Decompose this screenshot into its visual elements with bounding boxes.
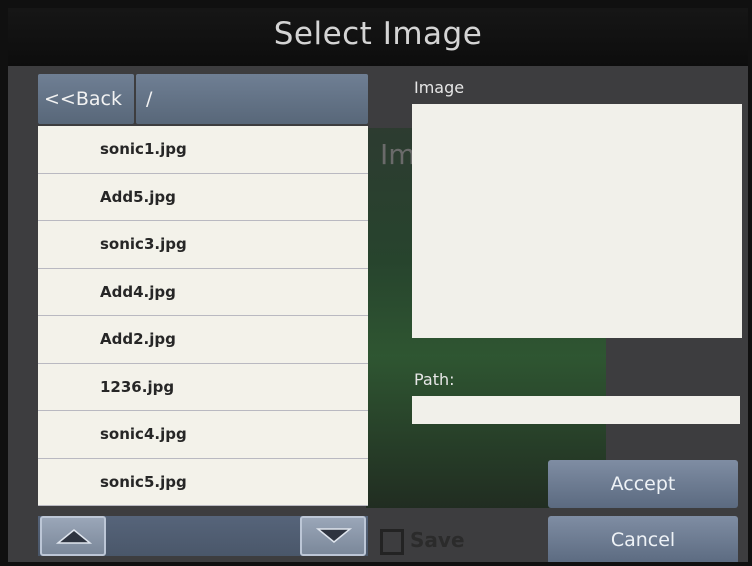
file-item[interactable]: sonic1.jpg <box>38 126 368 174</box>
background-save-label: Save <box>410 528 465 552</box>
scroll-up-button[interactable] <box>40 516 106 556</box>
path-label: Path: <box>414 370 455 389</box>
file-item[interactable]: sonic3.jpg <box>38 221 368 269</box>
file-name: sonic1.jpg <box>100 140 187 159</box>
screen: Select Image Im Save <<Back / sonic1.jpg… <box>8 8 748 562</box>
image-preview <box>412 104 742 338</box>
image-label: Image <box>414 78 465 97</box>
save-icon <box>380 528 404 555</box>
file-item[interactable]: Add5.jpg <box>38 174 368 221</box>
scroll-down-button[interactable] <box>300 516 366 556</box>
background-save-button: Save <box>380 528 465 555</box>
file-item[interactable]: sonic4.jpg <box>38 411 368 459</box>
background-image-label: Im <box>380 138 416 171</box>
triangle-down-icon <box>315 528 353 543</box>
file-name: sonic3.jpg <box>100 235 187 254</box>
triangle-up-icon <box>55 529 93 544</box>
file-list[interactable]: sonic1.jpg Add5.jpg sonic3.jpg Add4.jpg … <box>38 126 368 506</box>
file-item[interactable]: Add2.jpg <box>38 316 368 364</box>
dialog-title: Select Image <box>273 16 483 52</box>
current-path: / <box>136 74 368 124</box>
accept-button[interactable]: Accept <box>548 460 738 508</box>
file-item[interactable]: Add4.jpg <box>38 269 368 316</box>
title-bar: Select Image <box>8 8 748 66</box>
file-item[interactable]: sonic5.jpg <box>38 459 368 506</box>
file-name: sonic5.jpg <box>100 472 187 491</box>
file-name: Add4.jpg <box>100 282 176 301</box>
path-input[interactable] <box>412 396 740 424</box>
file-name: Add5.jpg <box>100 187 176 206</box>
file-name: Add2.jpg <box>100 330 176 349</box>
file-name: 1236.jpg <box>100 377 175 396</box>
cancel-button[interactable]: Cancel <box>548 516 738 562</box>
file-item[interactable]: 1236.jpg <box>38 364 368 411</box>
back-button[interactable]: <<Back <box>38 74 134 124</box>
file-name: sonic4.jpg <box>100 425 187 444</box>
